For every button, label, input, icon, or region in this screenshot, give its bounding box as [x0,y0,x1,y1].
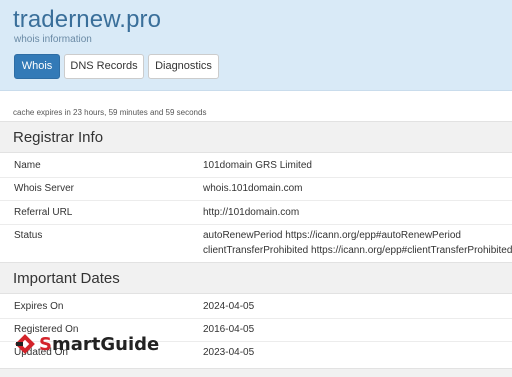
status-value-line-1: autoRenewPeriod https://icann.org/epp#au… [203,230,461,241]
expires-on-value: 2024-04-05 [203,301,255,312]
row-divider [0,177,512,178]
expires-on-label: Expires On [14,301,64,312]
referral-url-value: http://101domain.com [203,207,300,218]
smartguide-logo-icon [15,334,35,354]
important-dates-heading: Important Dates [0,262,512,294]
next-section-heading [0,368,512,377]
page-title: tradernew.pro [13,6,162,33]
row-divider [0,318,512,319]
status-value-line-2: clientTransferProhibited https://icann.o… [203,245,512,256]
site-header: tradernew.pro whois information Whois DN… [0,0,512,91]
referral-url-label: Referral URL [14,207,73,218]
updated-on-value: 2023-04-05 [203,347,255,358]
tab-bar: Whois DNS Records Diagnostics [14,54,219,79]
whois-server-value: whois.101domain.com [203,183,303,194]
row-divider [0,200,512,201]
cache-note: cache expires in 23 hours, 59 minutes an… [13,108,207,117]
smartguide-watermark: SmartGuide [14,331,159,357]
watermark-text: SmartGuide [39,333,160,355]
tab-dns-records[interactable]: DNS Records [64,54,144,79]
page-subtitle: whois information [14,34,92,45]
status-label: Status [14,230,43,241]
registrar-info-heading: Registrar Info [0,121,512,153]
registered-on-value: 2016-04-05 [203,324,255,335]
whois-server-label: Whois Server [14,183,75,194]
registrar-name-label: Name [14,160,41,171]
row-divider [0,224,512,225]
registrar-name-value: 101domain GRS Limited [203,160,312,171]
tab-whois[interactable]: Whois [14,54,60,79]
tab-diagnostics[interactable]: Diagnostics [148,54,219,79]
